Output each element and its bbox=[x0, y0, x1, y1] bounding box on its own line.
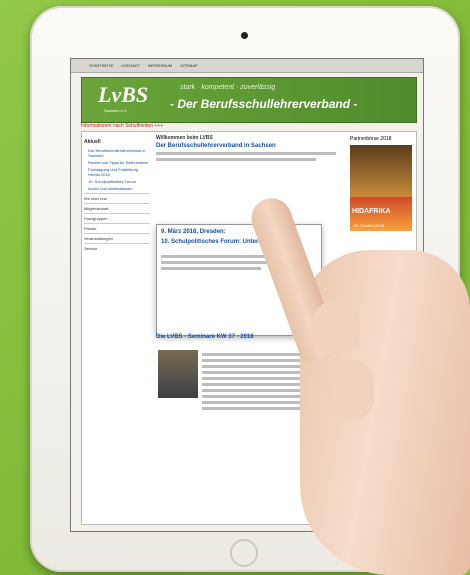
poster-date: 19. Oktober 2018 bbox=[353, 223, 384, 228]
hand-knuckle bbox=[312, 300, 360, 356]
nav-sitemap[interactable]: SITEMAP bbox=[180, 63, 198, 68]
nav-impressum[interactable]: IMPRESSUM bbox=[148, 63, 172, 68]
sidebar-menu-item[interactable]: Presse bbox=[84, 223, 150, 233]
sidebar-menu-item[interactable]: Service bbox=[84, 243, 150, 253]
sidebar-link[interactable]: Archiv und Informationen bbox=[88, 186, 150, 191]
hand bbox=[300, 250, 470, 575]
logo-subtitle: Sachsen e.V. bbox=[104, 108, 128, 113]
site-logo[interactable]: LvBS bbox=[98, 82, 148, 108]
main-content: Willkommen beim LVBS Der Berufsschullehr… bbox=[156, 136, 346, 164]
poster-label: HIDAFRIKA bbox=[352, 208, 391, 215]
welcome-heading: Willkommen beim LVBS bbox=[156, 135, 213, 141]
camera-dot bbox=[241, 32, 248, 39]
right-heading: Partnerbörse 2018 bbox=[350, 136, 392, 142]
sidebar-menu-item[interactable]: Wir über uns bbox=[84, 193, 150, 203]
text-line bbox=[156, 158, 316, 161]
top-nav-bar: STARTSEITE KONTAKT IMPRESSUM SITEMAP bbox=[71, 59, 423, 73]
home-button[interactable] bbox=[230, 539, 258, 567]
site-tagline: stark · kompetent · zuverlässig bbox=[180, 84, 276, 91]
sidebar-link[interactable]: Rechts und Tipps für Referendare bbox=[88, 160, 150, 165]
news-ticker[interactable]: Informationen nach Schulfrieden +++ bbox=[81, 123, 163, 129]
main-subheading: Der Berufsschullehrerverband in Sachsen bbox=[156, 143, 276, 149]
sidebar-menu-item[interactable]: Veranstaltungen bbox=[84, 233, 150, 243]
sidebar-heading: Aktuell bbox=[84, 139, 101, 145]
nav-startseite[interactable]: STARTSEITE bbox=[89, 63, 113, 68]
site-banner: LvBS Sachsen e.V. stark · kompetent · zu… bbox=[81, 77, 417, 123]
right-column: Partnerbörse 2018 HIDAFRIKA 19. Oktober … bbox=[350, 136, 412, 231]
sidebar-link[interactable]: Fachtagung und Fortbildung Herbst 2018 bbox=[88, 167, 150, 177]
text-line bbox=[156, 152, 336, 155]
sidebar-menu-item[interactable]: Mitgliedschaft bbox=[84, 203, 150, 213]
sidebar-link[interactable]: 10. Schulpolitisches Forum bbox=[88, 179, 150, 184]
hand-knuckle bbox=[330, 360, 374, 420]
left-sidebar: Aktuell Der Berufsschullehrerverband in … bbox=[84, 136, 150, 253]
site-title: - Der Berufsschullehrerverband - bbox=[170, 97, 358, 111]
event-poster[interactable]: HIDAFRIKA 19. Oktober 2018 bbox=[350, 145, 412, 231]
portrait-photo bbox=[158, 350, 198, 398]
sidebar-menu-item[interactable]: Fachgruppen bbox=[84, 213, 150, 223]
text-line bbox=[161, 267, 261, 270]
sidebar-link[interactable]: Der Berufsschullehrerverband in Sachsen bbox=[88, 148, 150, 158]
nav-kontakt[interactable]: KONTAKT bbox=[121, 63, 140, 68]
